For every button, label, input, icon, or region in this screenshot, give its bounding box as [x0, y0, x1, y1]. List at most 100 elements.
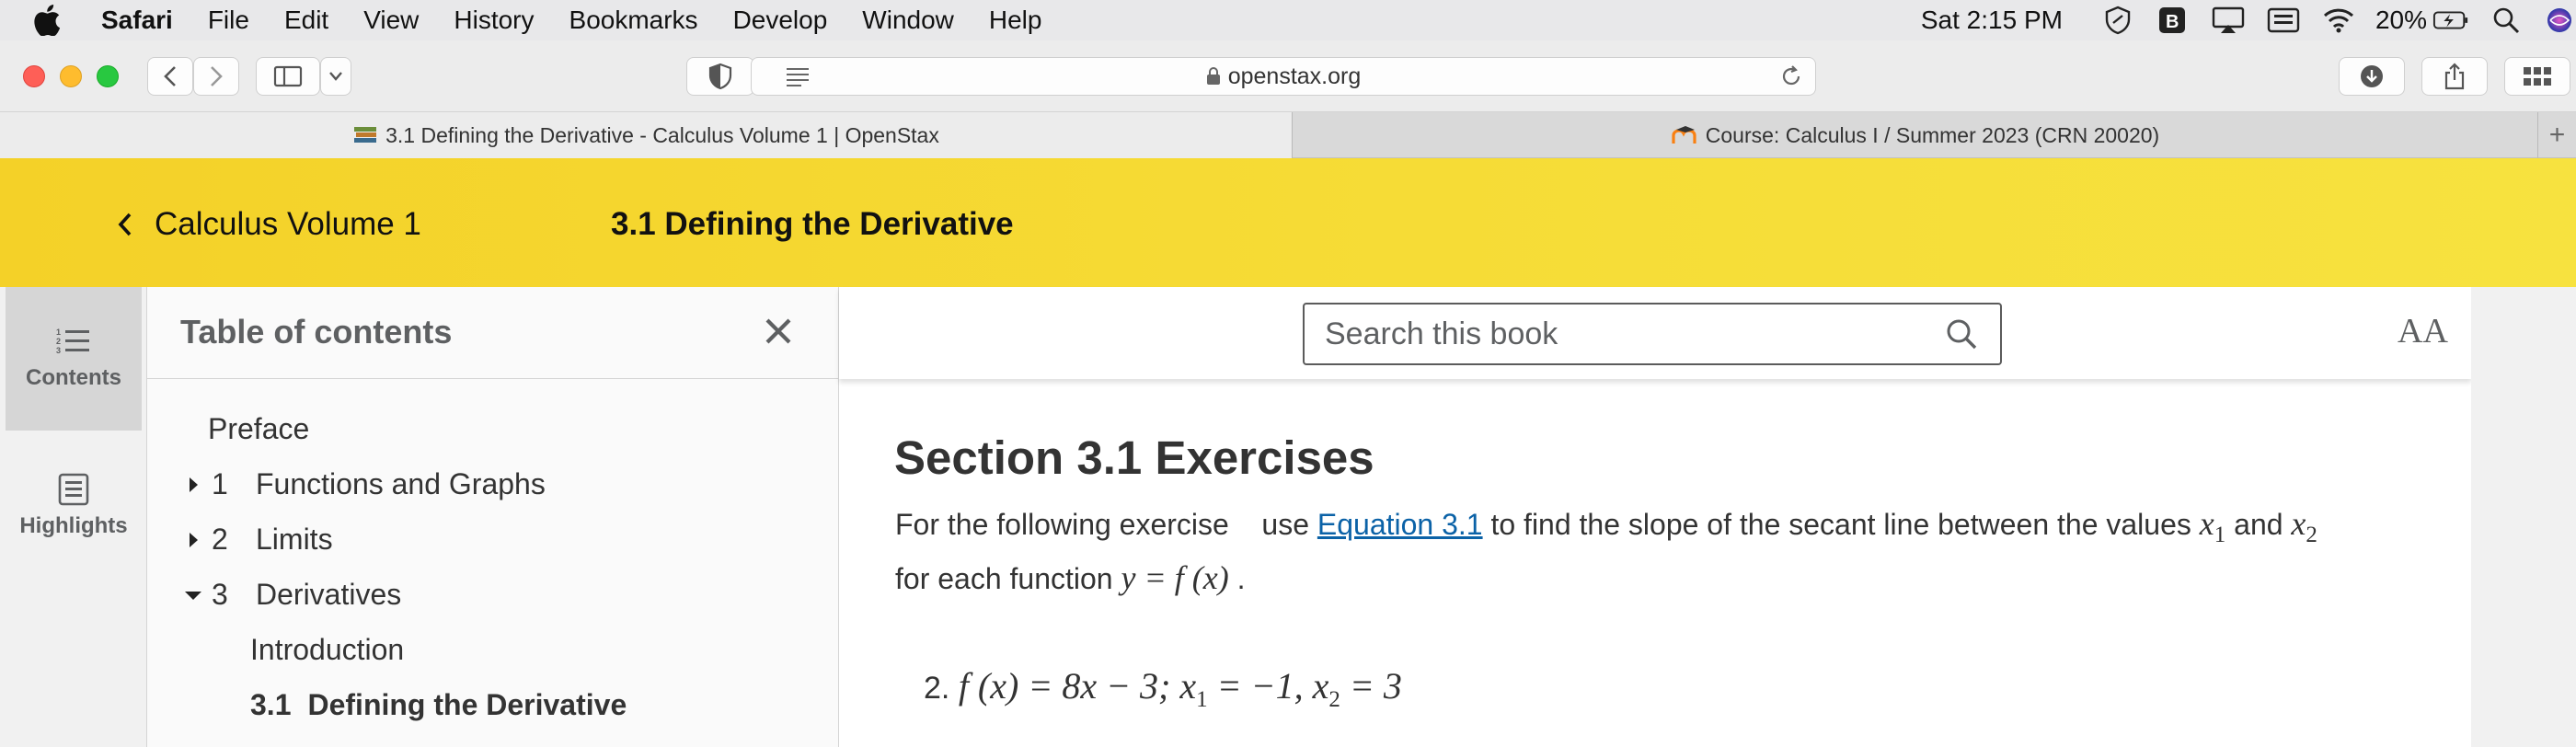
text-size-button[interactable]: AA	[2398, 311, 2448, 351]
list-icon: 1 2 3	[56, 328, 89, 355]
chevron-left-icon	[116, 212, 132, 237]
spotlight-search-icon[interactable]	[2488, 5, 2524, 36]
highlights-nav-button[interactable]: Highlights	[6, 434, 142, 578]
openstax-favicon-icon	[352, 125, 378, 145]
toc-item-limits[interactable]: 2 Limits	[184, 523, 333, 557]
svg-text:2: 2	[56, 337, 61, 346]
close-icon	[765, 318, 791, 344]
menu-develop[interactable]: Develop	[733, 6, 828, 35]
instruction-text: use	[1261, 508, 1309, 541]
caret-right-icon[interactable]	[184, 531, 202, 549]
url-text[interactable]: openstax.org	[1228, 63, 1362, 90]
caret-right-icon[interactable]	[184, 476, 202, 494]
svg-text:1: 1	[56, 328, 61, 337]
chevron-right-icon	[211, 66, 223, 86]
sidebar-icon	[273, 65, 303, 87]
instruction-text: for	[895, 562, 930, 596]
sidebar-menu-button[interactable]	[320, 57, 351, 96]
instruction-text: to find the slope of the secant line bet…	[1490, 508, 2191, 541]
instruction-text: each function	[937, 562, 1113, 596]
reload-icon[interactable]	[1780, 65, 1802, 87]
toc-item-label: Limits	[256, 523, 333, 556]
toc-item-label: Defining the Derivative	[307, 688, 627, 721]
wifi-icon[interactable]	[2320, 5, 2357, 36]
chevron-down-icon	[329, 72, 342, 81]
privacy-shield-icon[interactable]	[2099, 5, 2136, 36]
menu-help[interactable]: Help	[989, 6, 1042, 35]
minimize-window-button[interactable]	[60, 65, 82, 87]
toc-item-label: Functions and Graphs	[256, 467, 546, 500]
privacy-shield-icon	[708, 63, 732, 90]
tab-bar: 3.1 Defining the Derivative - Calculus V…	[0, 112, 2576, 158]
forward-button[interactable]	[193, 57, 239, 96]
battery-charging-icon[interactable]	[2432, 5, 2469, 36]
menu-bookmarks[interactable]: Bookmarks	[569, 6, 698, 35]
tab-course[interactable]: Course: Calculus I / Summer 2023 (CRN 20…	[1293, 112, 2537, 158]
table-of-contents-panel: Table of contents Preface 1 Functions an…	[147, 287, 839, 747]
lock-icon	[1206, 67, 1221, 86]
caret-down-icon[interactable]	[184, 590, 202, 601]
keyboard-switcher-icon[interactable]	[2265, 5, 2302, 36]
share-icon	[2444, 63, 2465, 90]
toc-item-preface[interactable]: Preface	[208, 412, 309, 446]
contents-nav-label: Contents	[26, 365, 121, 390]
contents-nav-button[interactable]: 1 2 3 Contents	[6, 287, 142, 431]
menu-edit[interactable]: Edit	[284, 6, 328, 35]
exercise-item: 2. f (x) = 8x − 3; x1 = −1, x2 = 3	[924, 664, 1402, 713]
svg-text:3: 3	[56, 346, 61, 355]
macos-menu-bar: Safari File Edit View History Bookmarks …	[0, 0, 2576, 40]
back-to-book-link[interactable]: Calculus Volume 1	[116, 206, 421, 243]
sidebar-toggle-button[interactable]	[256, 57, 320, 96]
privacy-report-button[interactable]	[686, 57, 754, 96]
toc-item-defining-the-derivative[interactable]: 3.1 Defining the Derivative	[250, 688, 627, 722]
toc-item-derivatives[interactable]: 3 Derivatives	[184, 578, 401, 612]
tab-overview-button[interactable]	[2504, 57, 2570, 96]
bartender-icon[interactable]: B	[2155, 5, 2191, 36]
toc-item-number: 1	[212, 467, 228, 500]
apple-logo-icon[interactable]	[33, 5, 70, 36]
download-icon	[2361, 65, 2383, 87]
back-button[interactable]	[147, 57, 193, 96]
tab-overview-icon	[2524, 67, 2551, 86]
equation-link[interactable]: Equation 3.1	[1317, 508, 1483, 541]
new-tab-button[interactable]: +	[2537, 112, 2576, 158]
tab-openstax[interactable]: 3.1 Defining the Derivative - Calculus V…	[0, 112, 1292, 158]
toc-item-functions-and-graphs[interactable]: 1 Functions and Graphs	[184, 467, 546, 501]
toc-title: Table of contents	[180, 313, 453, 351]
menu-history[interactable]: History	[454, 6, 534, 35]
chevron-left-icon	[164, 66, 176, 86]
address-bar[interactable]: openstax.org	[751, 57, 1816, 96]
share-button[interactable]	[2421, 57, 2488, 96]
airplay-icon[interactable]	[2210, 5, 2247, 36]
exercise-instructions: For the following exercise use Equation …	[895, 505, 2317, 597]
book-title: Calculus Volume 1	[155, 206, 421, 242]
svg-text:B: B	[2166, 12, 2179, 32]
menubar-clock[interactable]: Sat 2:15 PM	[1921, 6, 2063, 35]
battery-percent: 20%	[2375, 6, 2427, 34]
book-content: AA Section 3.1 Exercises For the followi…	[839, 287, 2471, 747]
menu-window[interactable]: Window	[862, 6, 954, 35]
siri-icon[interactable]	[2543, 5, 2576, 36]
toc-header: Table of contents	[147, 287, 839, 379]
menubar-status-area: Sat 2:15 PM B 20%	[1921, 0, 2576, 40]
math-x1: x1	[2199, 505, 2226, 548]
search-icon[interactable]	[1945, 317, 1978, 351]
menu-app-name[interactable]: Safari	[101, 6, 173, 35]
zoom-window-button[interactable]	[97, 65, 119, 87]
menu-file[interactable]: File	[208, 6, 249, 35]
search-field[interactable]	[1303, 303, 2002, 365]
math-x2: x2	[2291, 505, 2317, 548]
menu-view[interactable]: View	[363, 6, 419, 35]
close-window-button[interactable]	[23, 65, 45, 87]
tab-label: 3.1 Defining the Derivative - Calculus V…	[385, 122, 939, 147]
exercise-equation: f (x) = 8x − 3; x1 = −1, x2 = 3	[958, 665, 1402, 712]
toc-item-introduction[interactable]: Introduction	[250, 633, 404, 667]
reader-view-icon[interactable]	[785, 66, 811, 86]
exercise-number: 2.	[924, 671, 950, 706]
close-toc-button[interactable]	[758, 311, 799, 351]
search-input[interactable]	[1325, 316, 1914, 352]
toc-item-number: 3	[212, 578, 228, 611]
moodle-favicon-icon	[1671, 125, 1698, 145]
downloads-button[interactable]	[2339, 57, 2405, 96]
section-heading: Section 3.1 Exercises	[894, 431, 1374, 484]
